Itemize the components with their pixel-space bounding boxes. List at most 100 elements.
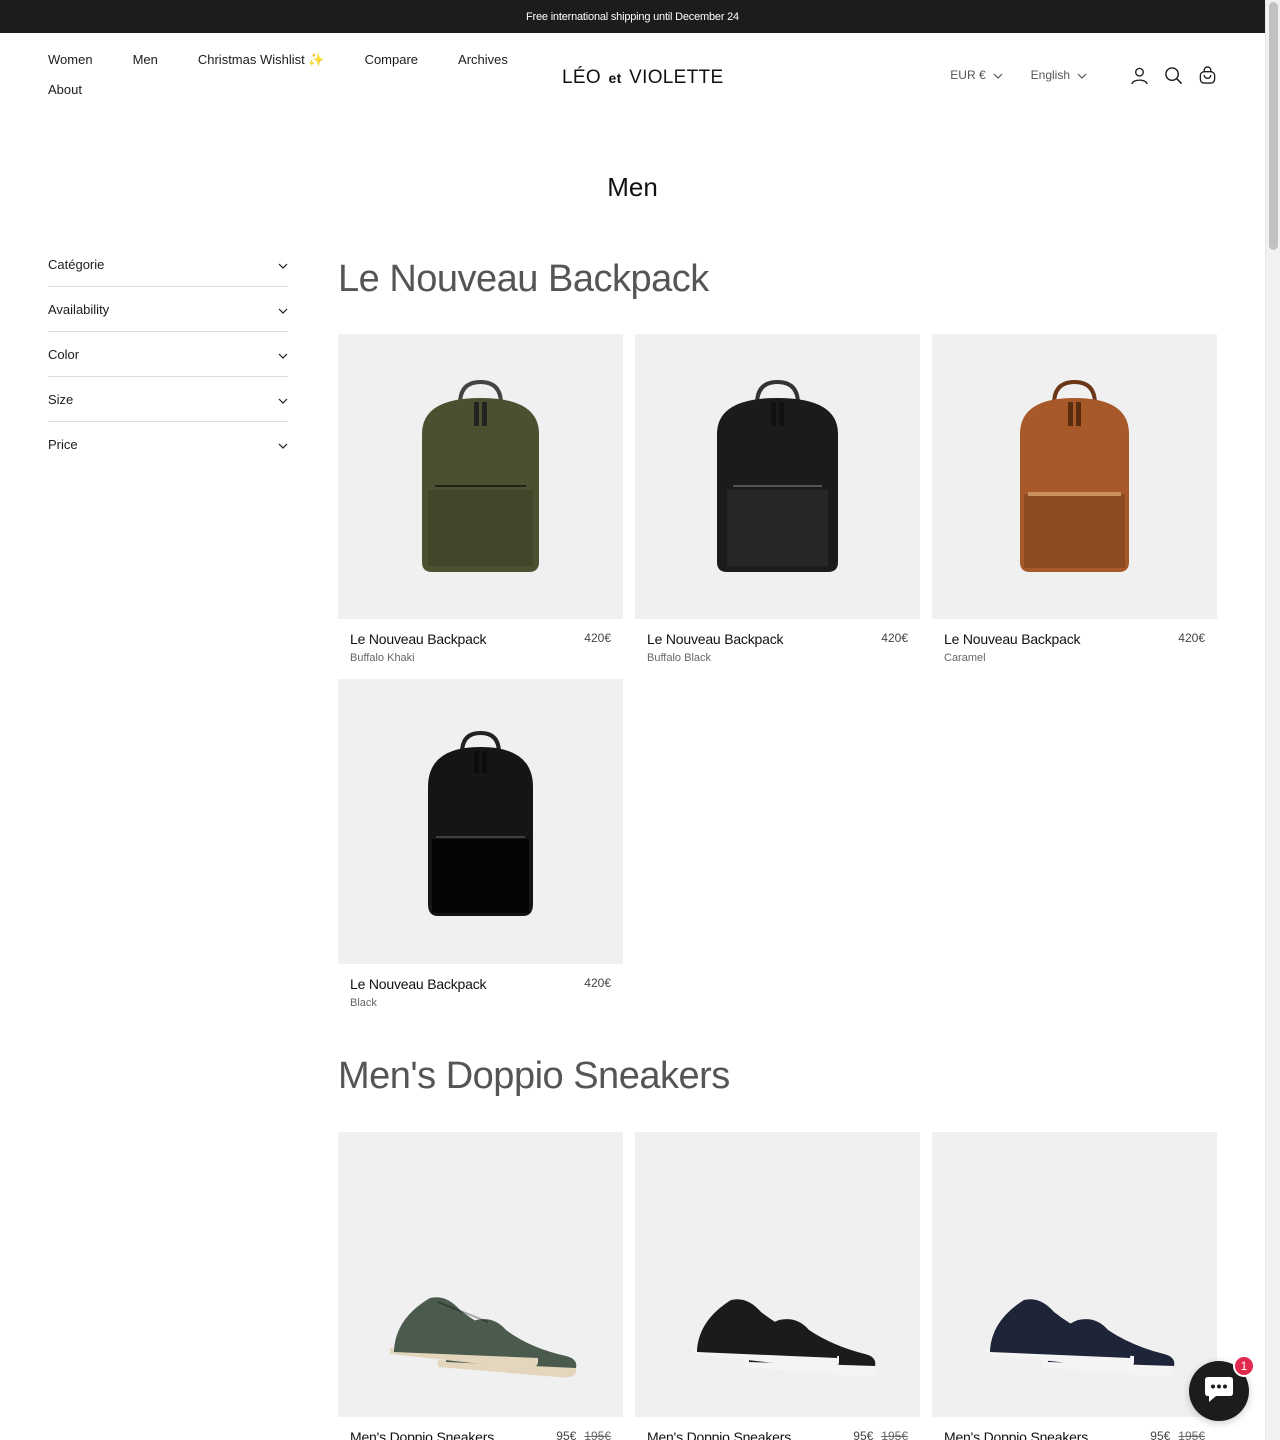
product-info: Le Nouveau Backpack Black 420€ (338, 964, 623, 1024)
language-label: English (1030, 68, 1070, 82)
filter-price[interactable]: Price (48, 422, 288, 467)
product-price: 420€ (584, 976, 611, 990)
scrollbar-thumb[interactable] (1269, 2, 1278, 250)
sneaker-upper (697, 1299, 838, 1358)
product-price: 95€ 195€ (1150, 1429, 1205, 1440)
product-image[interactable] (338, 1132, 623, 1417)
product-card[interactable]: Men's Doppio Sneakers 95€ 195€ (338, 1132, 623, 1440)
sale-price: 95€ (853, 1429, 874, 1440)
nav-item-christmas-wishlist[interactable]: Christmas Wishlist ✨ (198, 51, 325, 69)
logo-text-violette: VIOLETTE (629, 67, 724, 88)
header-actions: EUR € English (950, 65, 1217, 85)
language-selector[interactable]: English (1031, 68, 1087, 82)
product-image[interactable] (338, 334, 623, 619)
filter-label: Price (48, 437, 78, 452)
product-image[interactable] (635, 1132, 920, 1417)
sneaker-image (693, 1299, 876, 1377)
brand-logo[interactable]: LÉO et VIOLETTE (562, 67, 723, 89)
backpack-image (428, 730, 533, 916)
sale-price: 420€ (584, 976, 611, 990)
product-card[interactable]: Le Nouveau Backpack Caramel 420€ (932, 334, 1217, 679)
compare-at-price: 195€ (584, 1429, 611, 1440)
sale-price: 420€ (584, 631, 611, 645)
filter-availability[interactable]: Availability (48, 287, 288, 332)
product-info: Le Nouveau Backpack Buffalo Black 420€ (635, 619, 920, 679)
nav-item-compare[interactable]: Compare (365, 51, 418, 69)
product-card[interactable]: Le Nouveau Backpack Black 420€ (338, 679, 623, 1024)
filter-size[interactable]: Size (48, 377, 288, 422)
sneaker-upper (990, 1299, 1131, 1358)
product-name[interactable]: Le Nouveau Backpack (350, 976, 611, 992)
cart-icon[interactable] (1197, 65, 1217, 85)
currency-selector[interactable]: EUR € (950, 68, 1003, 82)
backpack-image (1020, 379, 1129, 572)
product-info: Men's Doppio Sneakers 95€ 195€ (635, 1417, 920, 1440)
filter-label: Size (48, 391, 74, 407)
currency-label: EUR € (950, 68, 986, 82)
nav-item-women[interactable]: Women (48, 51, 93, 69)
chevron-down-icon (278, 392, 288, 407)
backpack-image (717, 379, 838, 572)
section-title-sneakers: Men's Doppio Sneakers (338, 1055, 730, 1097)
logo-text-leo: LÉO (562, 67, 601, 88)
chevron-down-icon (993, 68, 1003, 82)
product-info: Le Nouveau Backpack Caramel 420€ (932, 619, 1217, 679)
compare-at-price: 195€ (881, 1429, 908, 1440)
sneaker-upper (394, 1297, 539, 1358)
product-info: Men's Doppio Sneakers 95€ 195€ (932, 1417, 1217, 1440)
compare-at-price: 195€ (1178, 1429, 1205, 1440)
product-image[interactable] (635, 334, 920, 619)
product-name[interactable]: Le Nouveau Backpack (350, 631, 611, 647)
chat-bubble-icon (1204, 1375, 1234, 1408)
chevron-down-icon (1077, 68, 1087, 82)
chevron-down-icon (278, 437, 288, 452)
product-price: 420€ (881, 631, 908, 645)
announcement-bar: Free international shipping until Decemb… (0, 0, 1265, 33)
filter-color[interactable]: Color (48, 332, 288, 377)
sale-price: 95€ (1150, 1429, 1171, 1440)
product-card[interactable]: Men's Doppio Sneakers 95€ 195€ (932, 1132, 1217, 1440)
product-image[interactable] (338, 679, 623, 964)
product-info: Le Nouveau Backpack Buffalo Khaki 420€ (338, 619, 623, 679)
nav-item-archives[interactable]: Archives (458, 51, 508, 69)
product-name[interactable]: Le Nouveau Backpack (647, 631, 908, 647)
filter-label: Color (48, 346, 80, 362)
product-name[interactable]: Le Nouveau Backpack (944, 631, 1205, 647)
product-price: 95€ 195€ (556, 1429, 611, 1440)
product-price: 420€ (584, 631, 611, 645)
product-variant: Buffalo Khaki (350, 652, 415, 664)
product-variant: Buffalo Black (647, 652, 712, 664)
filter-label: Catégorie (48, 257, 105, 272)
announcement-text: Free international shipping until Decemb… (526, 10, 739, 23)
product-image[interactable] (932, 334, 1217, 619)
sale-price: 420€ (881, 631, 908, 645)
page-scrollbar[interactable] (1265, 0, 1280, 1440)
product-price: 420€ (1178, 631, 1205, 645)
main-nav: Women Men Christmas Wishlist ✨ Compare A… (48, 51, 508, 99)
filter-category[interactable]: Catégorie (48, 243, 288, 287)
filter-sidebar: Catégorie Availability Color Size Price (48, 243, 288, 467)
nav-item-about[interactable]: About (48, 81, 82, 99)
product-card[interactable]: Le Nouveau Backpack Buffalo Khaki 420€ (338, 334, 623, 679)
page-title: Men (607, 172, 658, 202)
logo-text-et: et (608, 70, 622, 86)
chat-notification-badge: 1 (1233, 1355, 1255, 1377)
chevron-down-icon (278, 347, 288, 362)
sneaker-image (986, 1299, 1175, 1377)
sale-price: 420€ (1178, 631, 1205, 645)
section-title-backpack: Le Nouveau Backpack (338, 258, 709, 300)
product-variant: Black (350, 997, 377, 1009)
backpack-image (422, 379, 539, 572)
product-card[interactable]: Men's Doppio Sneakers 95€ 195€ (635, 1132, 920, 1440)
sale-price: 95€ (556, 1429, 577, 1440)
product-image[interactable] (932, 1132, 1217, 1417)
account-icon[interactable] (1129, 65, 1149, 85)
product-variant: Caramel (944, 652, 986, 664)
site-header: Women Men Christmas Wishlist ✨ Compare A… (0, 33, 1265, 123)
search-icon[interactable] (1163, 65, 1183, 85)
nav-item-men[interactable]: Men (133, 51, 158, 69)
product-info: Men's Doppio Sneakers 95€ 195€ (338, 1417, 623, 1440)
product-card[interactable]: Le Nouveau Backpack Buffalo Black 420€ (635, 334, 920, 679)
product-price: 95€ 195€ (853, 1429, 908, 1440)
chevron-down-icon (278, 257, 288, 272)
